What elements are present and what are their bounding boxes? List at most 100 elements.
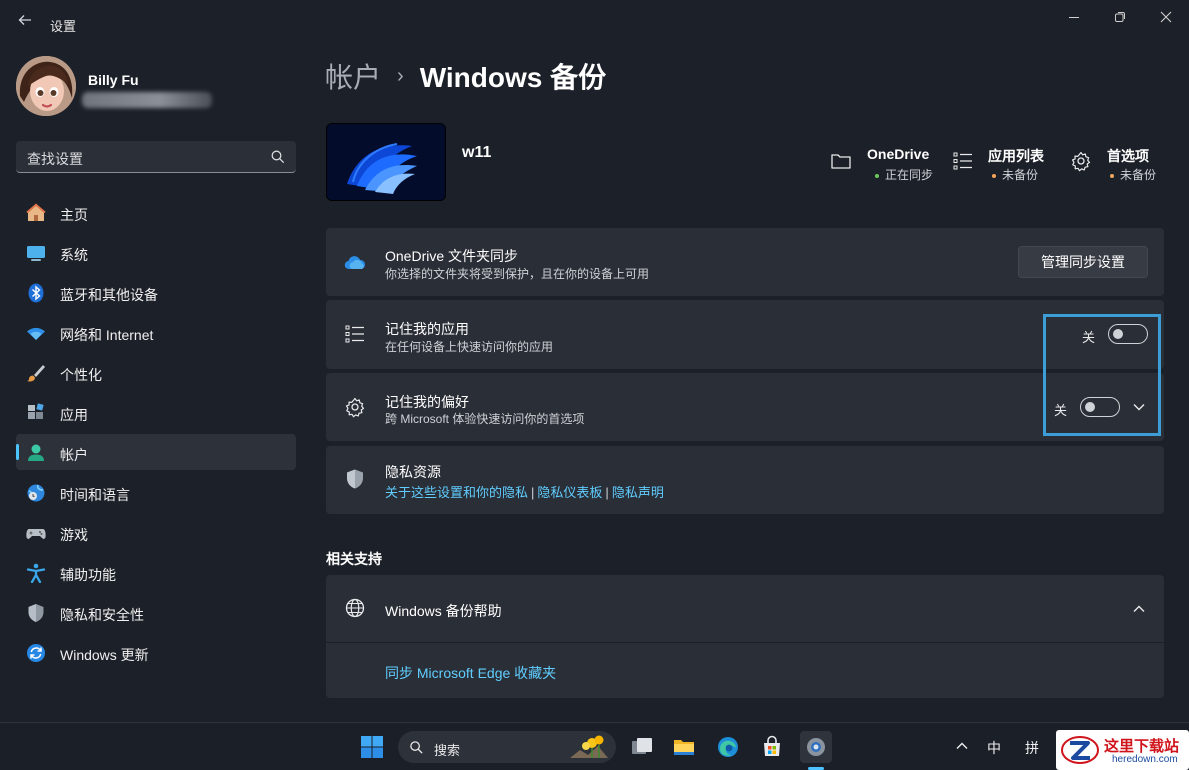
section-title: 相关支持 <box>326 551 382 567</box>
file-explorer-icon[interactable] <box>668 731 700 763</box>
card-title: 记住我的应用 <box>385 321 469 337</box>
monitor-icon <box>26 243 46 263</box>
sidebar-item-label: 应用 <box>60 407 88 423</box>
remember-apps-card: 记住我的应用 在任何设备上快速访问你的应用 关 <box>326 300 1164 369</box>
gamepad-icon <box>26 523 46 543</box>
manage-sync-settings-button[interactable]: 管理同步设置 <box>1018 246 1148 278</box>
status-value: 未备份 <box>992 166 1038 183</box>
user-name: Billy Fu <box>88 72 139 88</box>
edge-favorites-link[interactable]: 同步 Microsoft Edge 收藏夹 <box>385 663 556 683</box>
privacy-links: 关于这些设置和你的隐私 | 隐私仪表板 | 隐私声明 <box>385 482 664 501</box>
status-app-list: 应用列表 未备份 <box>952 146 1052 184</box>
microsoft-store-icon[interactable] <box>756 731 788 763</box>
settings-app-icon[interactable] <box>800 731 832 763</box>
card-subtitle: 你选择的文件夹将受到保护，且在你的设备上可用 <box>385 267 650 281</box>
minimize-button[interactable] <box>1051 6 1097 28</box>
list-icon <box>344 323 366 345</box>
sidebar-item-system[interactable]: 系统 <box>16 234 296 270</box>
gear-icon <box>344 396 366 418</box>
avatar[interactable] <box>16 56 76 116</box>
remember-preferences-card[interactable]: 记住我的偏好 跨 Microsoft 体验快速访问你的首选项 关 <box>326 373 1164 441</box>
status-title: OneDrive <box>867 146 930 162</box>
sidebar-item-accessibility[interactable]: 辅助功能 <box>16 554 296 590</box>
task-view-icon[interactable] <box>626 731 658 763</box>
title-bar: 设置 <box>0 0 1189 46</box>
onedrive-sync-card: OneDrive 文件夹同步 你选择的文件夹将受到保护，且在你的设备上可用 管理… <box>326 228 1164 296</box>
ime-mode-indicator[interactable]: 拼 <box>1025 738 1039 758</box>
list-icon <box>952 150 974 172</box>
chevron-right-icon: › <box>397 64 404 87</box>
watermark-url: heredown.com <box>1112 754 1178 765</box>
sidebar-item-label: 主页 <box>60 207 88 223</box>
globe-icon <box>344 597 366 619</box>
sidebar-item-label: Windows 更新 <box>60 647 149 663</box>
status-title: 应用列表 <box>988 148 1044 164</box>
update-icon <box>26 643 46 663</box>
bluetooth-icon <box>26 283 46 303</box>
sidebar-item-gaming[interactable]: 游戏 <box>16 514 296 550</box>
sidebar-item-privacy[interactable]: 隐私和安全性 <box>16 594 296 630</box>
sidebar-item-time-language[interactable]: 时间和语言 <box>16 474 296 510</box>
device-wallpaper-thumbnail <box>326 123 446 201</box>
backup-help-content: 同步 Microsoft Edge 收藏夹 <box>326 643 1164 698</box>
breadcrumb-parent[interactable]: 帐户 <box>325 56 381 96</box>
start-icon[interactable] <box>356 731 388 763</box>
backup-help-header[interactable]: Windows 备份帮助 <box>326 575 1164 642</box>
sidebar-item-label: 系统 <box>60 247 88 263</box>
app-title: 设置 <box>50 19 77 34</box>
link-separator: | <box>531 485 535 500</box>
status-dot-icon <box>1110 173 1114 178</box>
gear-icon <box>1070 150 1092 172</box>
sidebar-item-label: 帐户 <box>60 447 88 463</box>
close-button[interactable] <box>1143 6 1189 28</box>
status-title: 首选项 <box>1107 148 1149 164</box>
search-highlight-flowers-icon <box>568 734 610 765</box>
apps-icon <box>26 403 46 423</box>
status-preferences: 首选项 未备份 <box>1070 146 1170 184</box>
sidebar-nav: 主页 系统 蓝牙和其他设备 网络和 Internet 个性化 应用 帐户 时间和… <box>16 194 296 674</box>
breadcrumb: 帐户 › Windows 备份 <box>325 56 606 96</box>
edge-browser-icon[interactable] <box>712 731 744 763</box>
arrow-left-icon[interactable] <box>14 12 36 34</box>
search-input[interactable]: 查找设置 <box>16 141 296 173</box>
wifi-icon <box>26 323 46 343</box>
sidebar-item-bluetooth[interactable]: 蓝牙和其他设备 <box>16 274 296 310</box>
shield-icon <box>344 468 366 490</box>
sidebar-item-label: 个性化 <box>60 367 102 383</box>
input-language-indicator[interactable]: 中 <box>987 738 1001 758</box>
sidebar-item-personalization[interactable]: 个性化 <box>16 354 296 390</box>
globe-clock-icon <box>26 483 46 503</box>
search-icon[interactable] <box>270 149 286 165</box>
taskbar-search[interactable]: 搜索 <box>398 731 616 763</box>
chevron-up-icon[interactable] <box>955 739 969 758</box>
status-dot-icon <box>875 173 879 178</box>
chevron-up-icon[interactable] <box>1132 602 1146 616</box>
watermark-logo-icon <box>1060 734 1100 770</box>
folder-icon <box>830 150 852 172</box>
privacy-link-settings[interactable]: 关于这些设置和你的隐私 <box>385 485 528 500</box>
sidebar-item-accounts[interactable]: 帐户 <box>16 434 296 470</box>
sidebar-item-label: 辅助功能 <box>60 567 116 583</box>
maximize-button[interactable] <box>1097 6 1143 28</box>
sidebar-item-label: 蓝牙和其他设备 <box>60 287 158 303</box>
onedrive-cloud-icon <box>344 252 366 274</box>
search-icon <box>409 740 424 760</box>
sidebar-item-home[interactable]: 主页 <box>16 194 296 230</box>
card-title: 记住我的偏好 <box>385 394 469 410</box>
card-title: Windows 备份帮助 <box>385 603 502 619</box>
sidebar-item-label: 游戏 <box>60 527 88 543</box>
sidebar-item-network[interactable]: 网络和 Internet <box>16 314 296 350</box>
status-value: 未备份 <box>1110 166 1156 183</box>
card-title: 隐私资源 <box>385 464 441 480</box>
user-email-redacted <box>82 92 212 108</box>
link-separator: | <box>605 485 609 500</box>
status-dot-icon <box>992 173 996 178</box>
card-title: OneDrive 文件夹同步 <box>385 248 519 264</box>
search-placeholder: 查找设置 <box>27 151 83 167</box>
sidebar-item-windows-update[interactable]: Windows 更新 <box>16 634 296 670</box>
privacy-link-statement[interactable]: 隐私声明 <box>612 485 664 500</box>
privacy-resources-card: 隐私资源 关于这些设置和你的隐私 | 隐私仪表板 | 隐私声明 <box>326 446 1164 514</box>
taskbar-search-label: 搜索 <box>434 743 461 758</box>
sidebar-item-apps[interactable]: 应用 <box>16 394 296 430</box>
privacy-link-dashboard[interactable]: 隐私仪表板 <box>537 485 602 500</box>
